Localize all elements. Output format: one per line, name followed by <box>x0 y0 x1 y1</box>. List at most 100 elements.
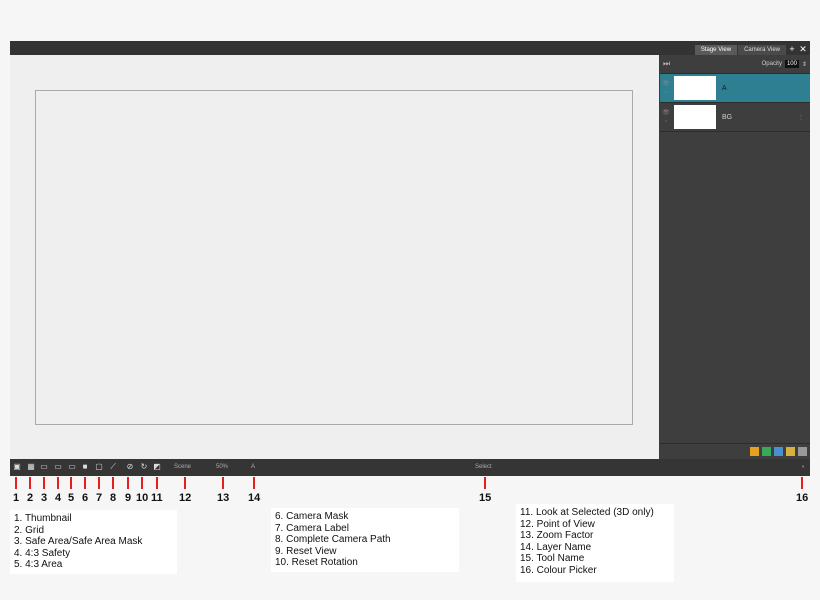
add-view-icon[interactable]: + <box>787 44 797 55</box>
layer-name-field: A <box>251 464 256 470</box>
zoom-factor-dropdown[interactable]: 50% <box>216 464 228 470</box>
opacity-label: Opacity <box>761 61 782 67</box>
callout-number: 4 <box>55 492 62 504</box>
legend-item: 5. 4:3 Area <box>14 559 63 570</box>
layer-row-a[interactable]: 👁 ▫ A ⋮ <box>660 74 810 103</box>
marker <box>801 477 803 489</box>
layer-panel-toolbar <box>660 443 810 459</box>
callout-number: 7 <box>96 492 103 504</box>
marker <box>29 477 31 489</box>
layer-menu-icon[interactable]: ⋮ <box>798 85 804 92</box>
callout-number: 12 <box>179 492 192 504</box>
opacity-spinner-icon[interactable]: ⇕ <box>802 61 807 68</box>
layer-row-bg[interactable]: 👁 ▫ BG ⋮ <box>660 103 810 132</box>
forward-icon[interactable]: ⏭ <box>663 59 670 69</box>
callout-number: 2 <box>27 492 34 504</box>
thumbnail-icon[interactable]: ▣ <box>13 463 21 471</box>
legend-left: 1. Thumbnail 2. Grid 3. Safe Area/Safe A… <box>10 510 177 574</box>
callout-number: 14 <box>248 492 261 504</box>
marker <box>184 477 186 489</box>
status-bar: ▣ ▦ ▭ ▭ ▭ ■ ▢ ⟋ ⊘ ↻ ◩ Scene 50% A Select… <box>10 459 810 476</box>
marker <box>112 477 114 489</box>
layer-name: A <box>722 84 727 92</box>
callout-number: 13 <box>217 492 230 504</box>
callout-number: 6 <box>82 492 89 504</box>
marker <box>15 477 17 489</box>
legend-item: 11. Look at Selected (3D only) <box>520 507 654 518</box>
colour-picker-icon[interactable]: ▪ <box>799 463 807 471</box>
legend-item: 15. Tool Name <box>520 553 585 564</box>
legend-item: 6. Camera Mask <box>275 511 349 522</box>
marker <box>253 477 255 489</box>
delete-layer-icon[interactable] <box>798 447 807 456</box>
eye-icon[interactable]: 👁 <box>662 80 670 87</box>
legend-item: 8. Complete Camera Path <box>275 534 391 545</box>
tab-stage-view[interactable]: Stage View <box>694 45 738 55</box>
tool-name-field: Select <box>475 464 492 470</box>
legend-item: 1. Thumbnail <box>14 513 72 524</box>
callout-number: 5 <box>68 492 75 504</box>
view-tab-bar: Stage View Camera View + ✕ <box>10 41 810 55</box>
marker <box>43 477 45 489</box>
safety-4-3-icon[interactable]: ▭ <box>54 463 62 471</box>
layer-panel-header: ⏭ Opacity 100 ⇕ <box>660 55 810 74</box>
callout-number: 1 <box>13 492 20 504</box>
harmony-window: Stage View Camera View + ✕ ⏭ Opacity 100… <box>10 41 810 476</box>
legend-item: 2. Grid <box>14 524 45 536</box>
layer-name: BG <box>722 113 733 121</box>
lock-icon[interactable]: ▫ <box>665 90 667 96</box>
legend-item: 13. Zoom Factor <box>520 530 594 541</box>
camera-frame <box>35 90 633 425</box>
callout-number: 3 <box>41 492 48 504</box>
stage-view-canvas[interactable] <box>10 55 659 459</box>
legend-middle: 6. Camera Mask 7. Camera Label 8. Comple… <box>271 508 459 572</box>
lock-icon[interactable]: ▫ <box>665 119 667 125</box>
reset-rotation-icon[interactable]: ↻ <box>140 463 148 471</box>
marker <box>222 477 224 489</box>
marker <box>156 477 158 489</box>
legend-item: 3. Safe Area/Safe Area Mask <box>14 536 143 547</box>
legend-item: 14. Layer Name <box>520 541 592 553</box>
eye-icon[interactable]: 👁 <box>662 109 670 116</box>
legend-item: 7. Camera Label <box>275 522 349 534</box>
reset-view-icon[interactable]: ⊘ <box>126 463 134 471</box>
callout-number: 10 <box>136 492 149 504</box>
add-3d-layer-icon[interactable] <box>774 447 783 456</box>
add-group-icon[interactable] <box>786 447 795 456</box>
legend-item: 10. Reset Rotation <box>275 557 358 568</box>
legend-right: 11. Look at Selected (3D only) 12. Point… <box>516 504 674 582</box>
point-of-view-dropdown[interactable]: Scene <box>174 464 191 470</box>
safe-area-icon[interactable]: ▭ <box>40 463 48 471</box>
marker <box>98 477 100 489</box>
camera-path-icon[interactable]: ⟋ <box>109 463 117 471</box>
marker <box>84 477 86 489</box>
callout-number: 8 <box>110 492 117 504</box>
camera-mask-icon[interactable]: ■ <box>81 463 89 471</box>
close-view-icon[interactable]: ✕ <box>798 44 808 55</box>
marker <box>70 477 72 489</box>
marker <box>141 477 143 489</box>
tab-camera-view[interactable]: Camera View <box>738 45 786 55</box>
camera-label-icon[interactable]: ▢ <box>95 463 103 471</box>
layer-thumbnail <box>674 105 716 129</box>
marker <box>127 477 129 489</box>
layer-panel: ⏭ Opacity 100 ⇕ 👁 ▫ A ⋮ 👁 ▫ BG ⋮ <box>660 55 810 459</box>
grid-icon[interactable]: ▦ <box>27 463 35 471</box>
callout-number: 16 <box>796 492 809 504</box>
callout-number: 9 <box>125 492 132 504</box>
legend-item: 12. Point of View <box>520 518 595 530</box>
callout-number: 15 <box>479 492 492 504</box>
opacity-field[interactable]: 100 <box>784 60 799 68</box>
legend-item: 16. Colour Picker <box>520 564 597 576</box>
legend-item: 4. 4:3 Safety <box>14 547 71 559</box>
add-image-layer-icon[interactable] <box>762 447 771 456</box>
area-4-3-icon[interactable]: ▭ <box>68 463 76 471</box>
layer-thumbnail <box>674 76 716 100</box>
add-drawing-layer-icon[interactable] <box>750 447 759 456</box>
marker <box>57 477 59 489</box>
marker <box>484 477 486 489</box>
legend-item: 9. Reset View <box>275 545 337 557</box>
look-at-selected-icon[interactable]: ◩ <box>153 463 161 471</box>
layer-menu-icon[interactable]: ⋮ <box>798 114 804 121</box>
callout-number: 11 <box>151 492 163 504</box>
